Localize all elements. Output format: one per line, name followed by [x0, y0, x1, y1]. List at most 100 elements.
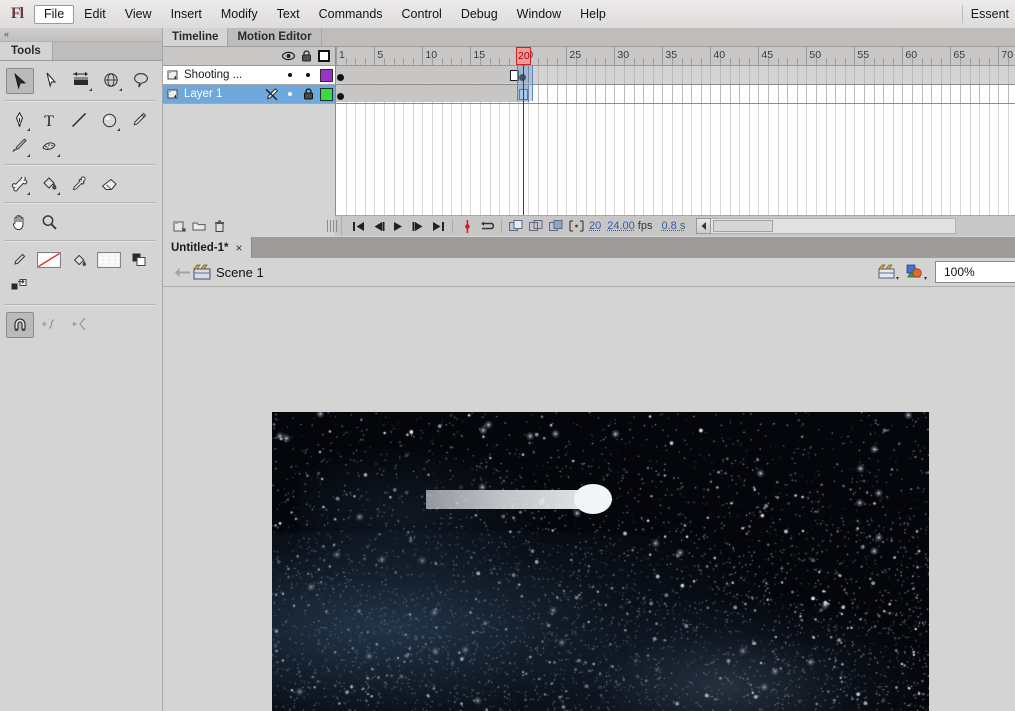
onion-skin-range[interactable]	[517, 65, 533, 101]
layer-visibility-toggle[interactable]	[281, 66, 299, 84]
modify-onion-markers-icon[interactable]	[566, 217, 586, 235]
tools-collapse-button[interactable]: «	[0, 28, 162, 42]
snap-to-objects-magnet-icon[interactable]	[6, 312, 34, 338]
tab-timeline[interactable]: Timeline	[163, 28, 228, 46]
keyframe-marker[interactable]	[337, 74, 344, 81]
straighten-icon[interactable]	[68, 312, 94, 336]
canvas-area[interactable]	[163, 287, 1015, 711]
frame-row[interactable]	[336, 85, 1015, 104]
menu-item-edit[interactable]: Edit	[75, 5, 115, 24]
tab-motion-editor[interactable]: Motion Editor	[228, 28, 321, 46]
timeline-horizontal-scrollbar[interactable]	[696, 219, 956, 233]
layer-outline-color-swatch[interactable]	[317, 66, 335, 84]
text-tool[interactable]: T	[36, 108, 62, 132]
menu-item-view[interactable]: View	[116, 5, 161, 24]
delete-layer-icon[interactable]	[209, 217, 229, 235]
playhead-marker[interactable]: 20	[516, 47, 531, 65]
scrollbar-track[interactable]	[711, 218, 956, 234]
free-transform-tool[interactable]	[68, 68, 94, 92]
frame-span[interactable]	[336, 85, 529, 102]
stage[interactable]	[272, 412, 929, 711]
zoom-level-input[interactable]: 100%	[935, 261, 1015, 283]
shooting-star-shape[interactable]	[426, 484, 612, 514]
empty-gridline	[854, 104, 855, 215]
menu-item-insert[interactable]: Insert	[162, 5, 211, 24]
bone-tool[interactable]	[6, 172, 32, 196]
outline-square-icon[interactable]	[315, 47, 333, 65]
scrollbar-thumb[interactable]	[713, 220, 773, 232]
edit-scene-icon[interactable]	[875, 259, 903, 285]
onion-skin-icon[interactable]	[506, 217, 526, 235]
menu-item-control[interactable]: Control	[393, 5, 451, 24]
layer-lock-toggle[interactable]	[299, 85, 317, 103]
close-icon[interactable]: ×	[236, 241, 243, 255]
panel-grip[interactable]	[327, 220, 337, 232]
workspace-switcher[interactable]: Essent	[971, 7, 1015, 21]
onion-skin-outlines-icon[interactable]	[526, 217, 546, 235]
new-layer-icon[interactable]	[169, 217, 189, 235]
layer-lock-toggle[interactable]	[299, 66, 317, 84]
center-frame-icon[interactable]	[457, 217, 477, 235]
hand-tool[interactable]	[6, 210, 32, 234]
lasso-3d-tool[interactable]	[98, 68, 124, 92]
tab-tools[interactable]: Tools	[0, 42, 53, 60]
eyedropper-tool[interactable]	[66, 172, 92, 196]
play-icon[interactable]	[388, 217, 408, 235]
menu-item-debug[interactable]: Debug	[452, 5, 507, 24]
pen-tool[interactable]	[6, 108, 32, 132]
menu-item-help[interactable]: Help	[571, 5, 615, 24]
layer-row[interactable]: Layer 1	[163, 85, 335, 104]
step-forward-one-frame-icon[interactable]	[408, 217, 428, 235]
zoom-magnifier-tool[interactable]	[36, 210, 62, 234]
fill-white-swatch[interactable]	[96, 248, 122, 272]
layer-outline-color-swatch[interactable]	[317, 85, 335, 103]
fill-color-bucket-icon[interactable]	[66, 248, 92, 272]
layer-row[interactable]: Shooting ...	[163, 66, 335, 85]
frame-gridline	[864, 85, 865, 103]
playhead-line[interactable]	[523, 47, 524, 215]
paint-bucket-tool[interactable]	[36, 172, 62, 196]
swap-colors-icon[interactable]	[6, 274, 32, 298]
go-to-first-frame-icon[interactable]	[348, 217, 368, 235]
step-back-one-frame-icon[interactable]	[368, 217, 388, 235]
new-folder-icon[interactable]	[189, 217, 209, 235]
lasso-tool[interactable]	[128, 68, 154, 92]
back-arrow-icon[interactable]	[171, 267, 193, 278]
timeline-ruler[interactable]: 1510152025303540455055606570	[336, 47, 1015, 66]
black-and-white-icon[interactable]	[126, 248, 152, 272]
frame-rate-value[interactable]: 24.00	[604, 220, 638, 232]
eraser-tool[interactable]	[96, 172, 122, 196]
subselection-arrow-tool[interactable]	[38, 68, 64, 92]
edit-multiple-frames-icon[interactable]	[546, 217, 566, 235]
smooth-icon[interactable]	[38, 312, 64, 336]
keyframe-marker[interactable]	[337, 93, 344, 100]
line-tool[interactable]	[66, 108, 92, 132]
frame-gridline	[797, 66, 798, 84]
layer-name-label[interactable]: Layer 1	[183, 88, 263, 100]
deco-tool[interactable]	[36, 134, 62, 158]
frame-row[interactable]	[336, 66, 1015, 85]
menu-item-text[interactable]: Text	[268, 5, 309, 24]
edit-symbols-icon[interactable]	[903, 259, 931, 285]
document-tab[interactable]: Untitled-1* ×	[163, 237, 252, 258]
current-frame-value[interactable]: 20	[586, 220, 604, 232]
selection-arrow-tool[interactable]	[6, 68, 34, 94]
loop-playback-icon[interactable]	[477, 217, 497, 235]
frame-span[interactable]	[336, 66, 529, 83]
menu-item-window[interactable]: Window	[508, 5, 570, 24]
menu-item-modify[interactable]: Modify	[212, 5, 267, 24]
stroke-color-pencil-icon[interactable]	[6, 248, 32, 272]
menu-item-commands[interactable]: Commands	[310, 5, 392, 24]
stroke-no-color-swatch[interactable]	[36, 248, 62, 272]
lock-icon[interactable]	[297, 47, 315, 65]
oval-tool[interactable]	[96, 108, 122, 132]
menu-item-file[interactable]: File	[34, 5, 74, 24]
eye-icon[interactable]	[279, 47, 297, 65]
layer-name-label[interactable]: Shooting ...	[183, 69, 263, 81]
scroll-left-icon[interactable]	[696, 218, 711, 234]
scene-name-label[interactable]: Scene 1	[216, 265, 264, 280]
go-to-last-frame-icon[interactable]	[428, 217, 448, 235]
pencil-tool[interactable]	[126, 108, 152, 132]
layer-visibility-toggle[interactable]	[281, 85, 299, 103]
brush-tool[interactable]	[6, 134, 32, 158]
